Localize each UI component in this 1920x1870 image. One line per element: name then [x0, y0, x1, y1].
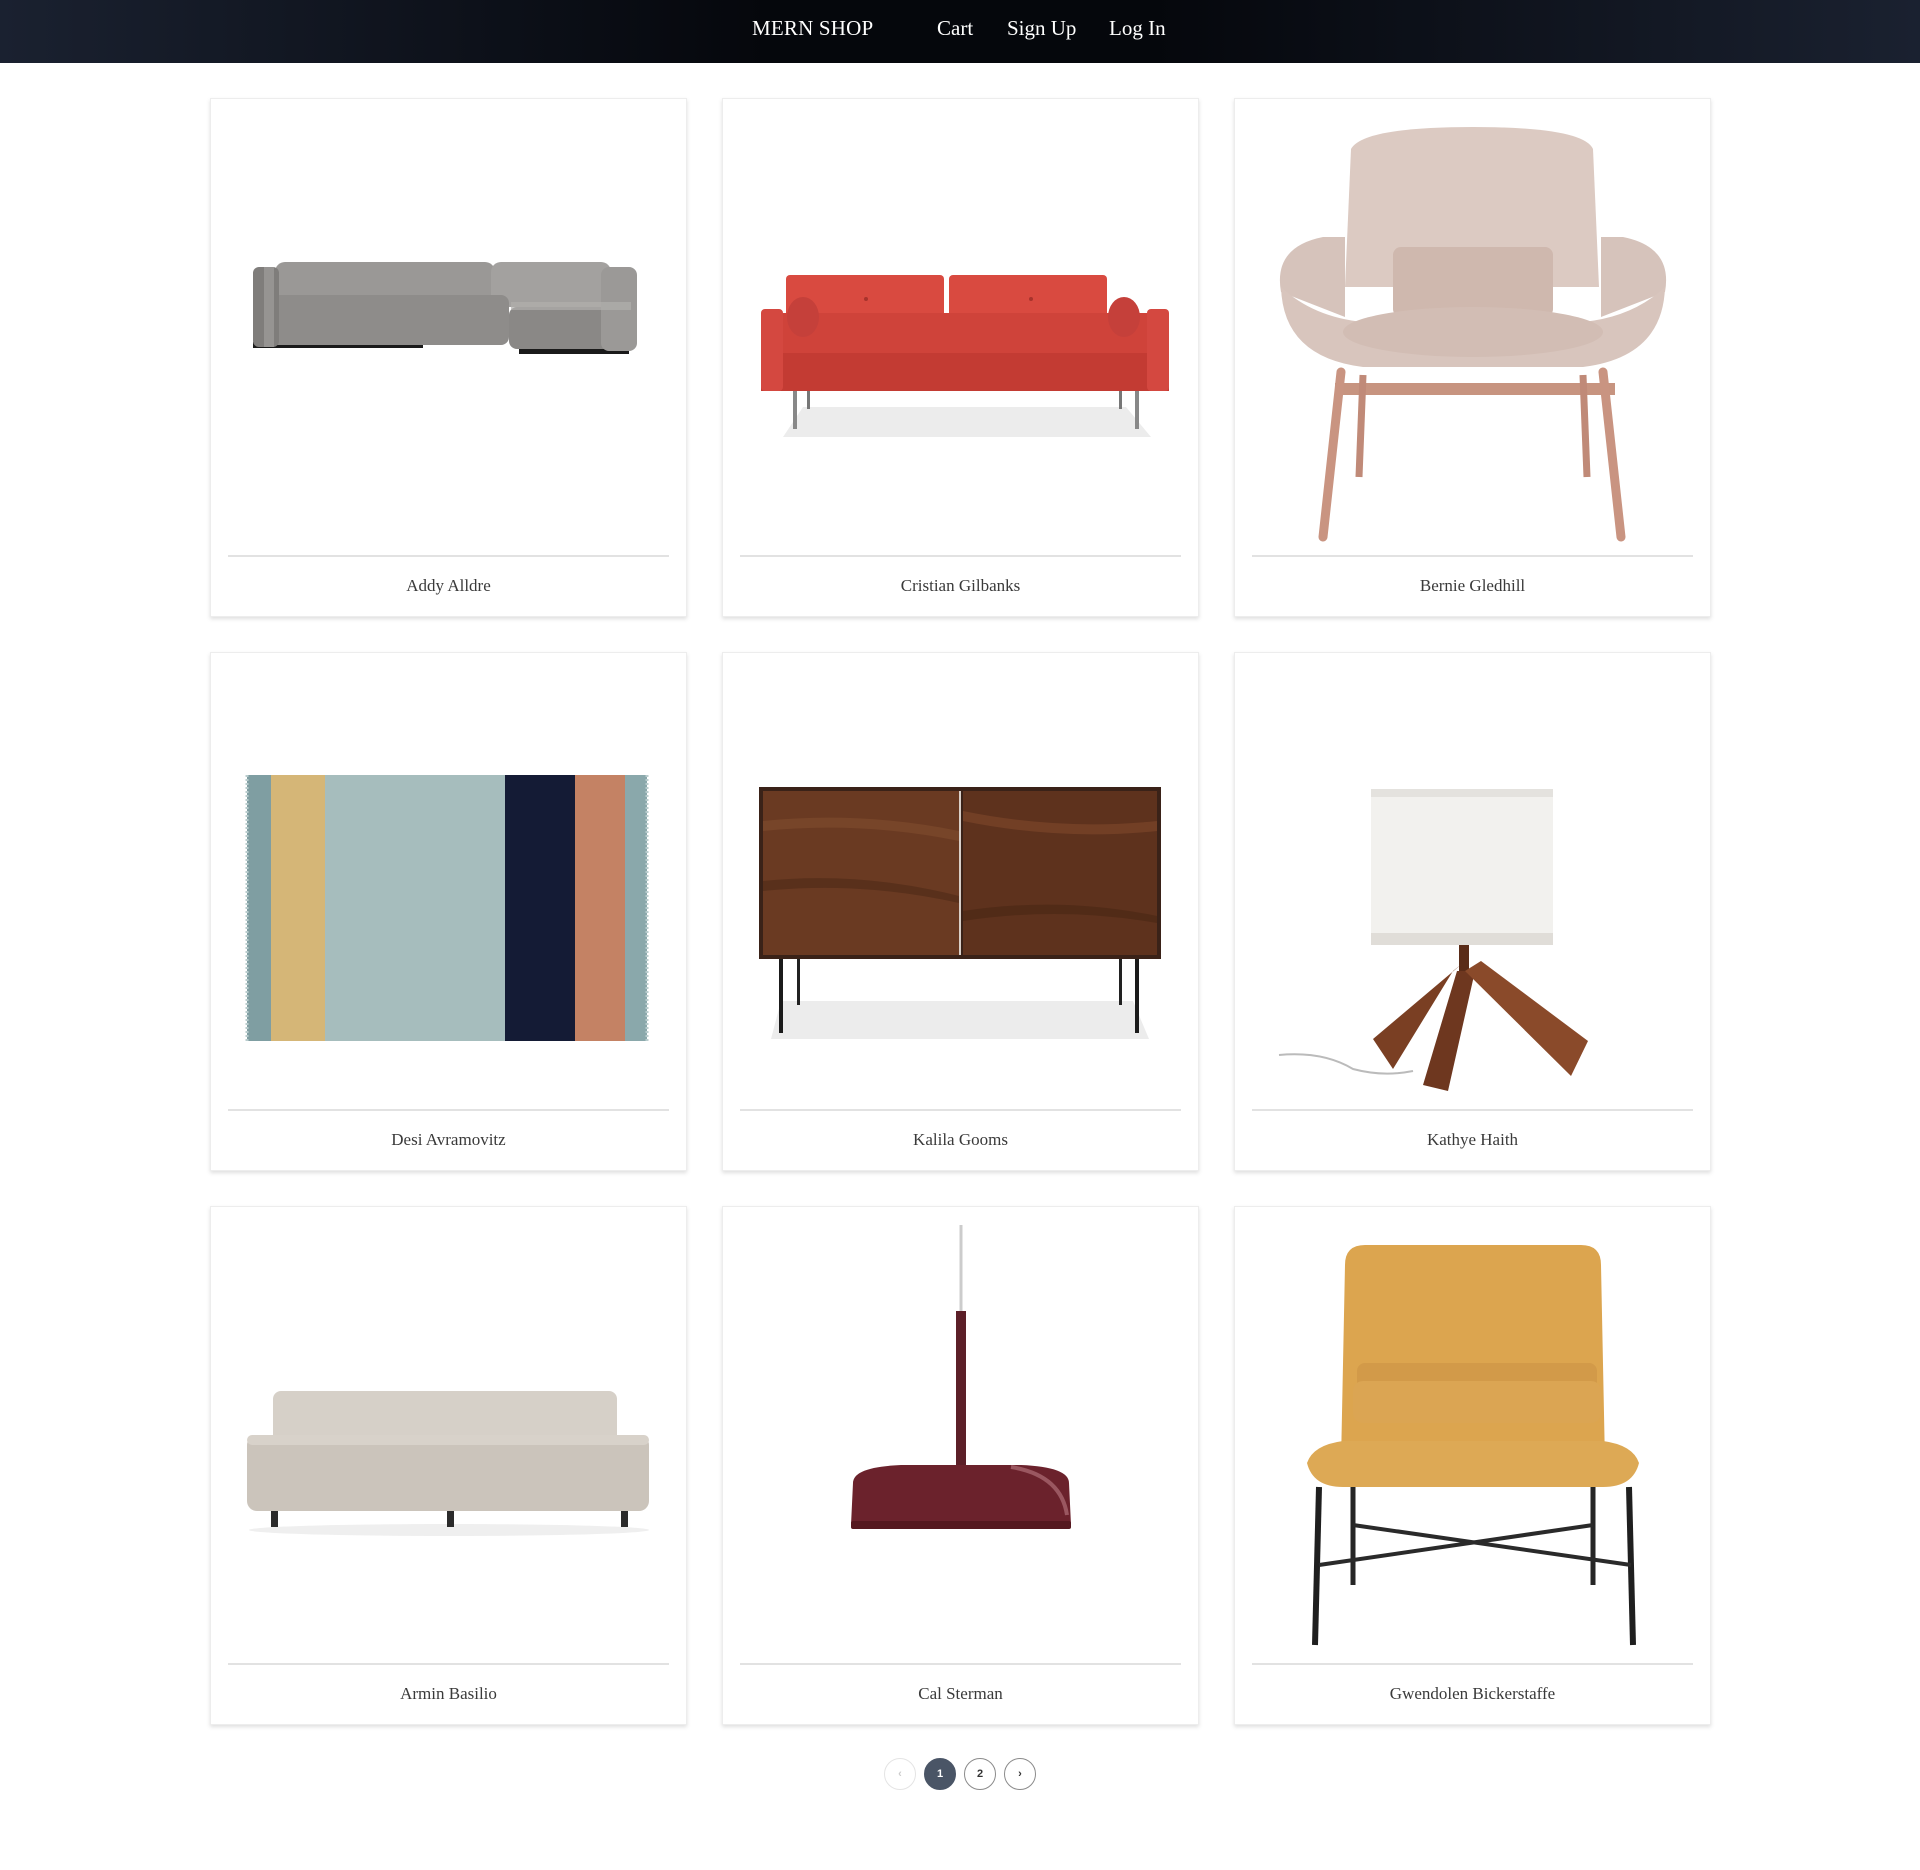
product-name: Cal Sterman	[918, 1684, 1003, 1703]
product-image-lounge-chair[interactable]	[1253, 117, 1694, 555]
brand-logo-link[interactable]: MERN SHOP	[752, 16, 873, 41]
card-divider	[1252, 555, 1693, 557]
product-image-red-sofa[interactable]	[741, 117, 1182, 555]
product-name: Armin Basilio	[400, 1684, 497, 1703]
product-image-slipper-chair[interactable]	[1253, 1225, 1694, 1663]
product-card[interactable]: Cristian Gilbanks	[722, 98, 1199, 617]
product-name: Cristian Gilbanks	[900, 576, 1021, 595]
nav-login-link[interactable]: Log In	[1109, 16, 1166, 41]
nav-cart-link[interactable]: Cart	[937, 16, 973, 41]
card-divider	[1252, 1663, 1693, 1665]
product-image-walnut-credenza[interactable]	[741, 671, 1182, 1109]
card-divider	[740, 555, 1181, 557]
pagination-prev-button[interactable]: ‹	[884, 1758, 916, 1790]
card-divider	[228, 555, 669, 557]
product-card[interactable]: Gwendolen Bickerstaffe	[1234, 1206, 1711, 1725]
product-name: Desi Avramovitz	[391, 1130, 506, 1149]
pagination-page-1[interactable]: 1	[924, 1758, 956, 1790]
product-card[interactable]: Kathye Haith	[1234, 652, 1711, 1171]
nav-signup-link[interactable]: Sign Up	[1007, 16, 1076, 41]
card-divider	[1252, 1109, 1693, 1111]
card-divider	[740, 1663, 1181, 1665]
product-name: Kalila Gooms	[913, 1130, 1008, 1149]
product-card[interactable]: Addy Alldre	[210, 98, 687, 617]
top-navbar: MERN SHOP Cart Sign Up Log In	[0, 0, 1920, 63]
pagination-next-button[interactable]: ›	[1004, 1758, 1036, 1790]
product-card[interactable]: Armin Basilio	[210, 1206, 687, 1725]
product-card[interactable]: Desi Avramovitz	[210, 652, 687, 1171]
product-name: Bernie Gledhill	[1419, 576, 1526, 595]
product-image-table-lamp[interactable]	[1253, 671, 1694, 1109]
card-divider	[228, 1109, 669, 1111]
product-card[interactable]: Kalila Gooms	[722, 652, 1199, 1171]
product-image-armless-sofa[interactable]	[229, 1225, 670, 1663]
product-name: Addy Alldre	[406, 576, 491, 595]
product-image-sectional-sofa[interactable]	[229, 117, 670, 555]
product-image-striped-rug[interactable]	[229, 671, 670, 1109]
product-name: Kathye Haith	[1426, 1130, 1519, 1149]
card-divider	[740, 1109, 1181, 1111]
product-image-pendant-lamp[interactable]	[741, 1225, 1182, 1663]
product-card[interactable]: Cal Sterman	[722, 1206, 1199, 1725]
pagination-page-2[interactable]: 2	[964, 1758, 996, 1790]
product-card[interactable]: Bernie Gledhill	[1234, 98, 1711, 617]
card-divider	[228, 1663, 669, 1665]
product-name: Gwendolen Bickerstaffe	[1389, 1684, 1556, 1703]
